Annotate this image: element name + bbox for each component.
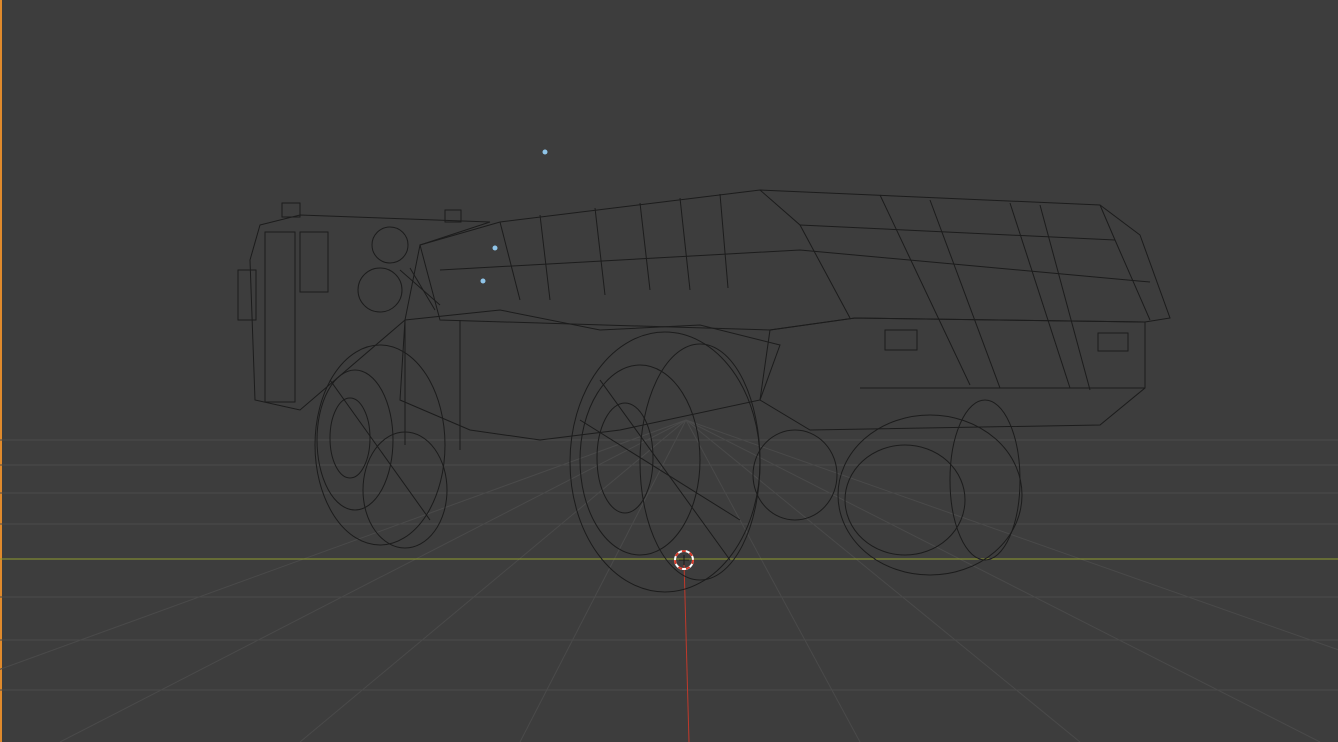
3d-viewport[interactable] [0,0,1338,742]
floor-grid [0,419,1338,742]
viewport-canvas[interactable] [0,0,1338,742]
light-point-icon[interactable] [480,149,548,284]
